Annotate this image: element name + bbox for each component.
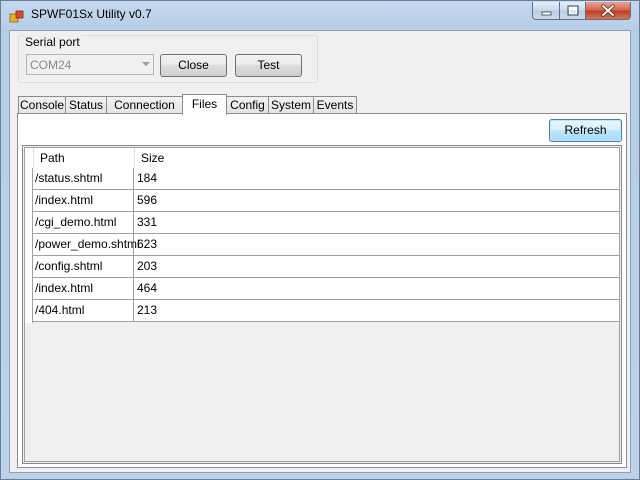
column-header-size[interactable]: Size xyxy=(135,148,235,168)
close-window-button[interactable] xyxy=(585,2,631,20)
refresh-button[interactable]: Refresh xyxy=(549,119,622,142)
size-cell: 213 xyxy=(137,303,158,317)
tab-status[interactable]: Status xyxy=(65,96,107,114)
size-cell: 203 xyxy=(137,259,158,273)
table-row[interactable]: /index.html 596 xyxy=(33,190,619,212)
table-row[interactable]: /index.html 464 xyxy=(33,278,619,300)
client-area: Serial port COM24 Close Test Console Sta… xyxy=(9,30,631,473)
path-cell: /status.shtml xyxy=(33,168,134,189)
chevron-down-icon xyxy=(142,62,150,66)
test-button[interactable]: Test xyxy=(235,54,302,77)
tab-files[interactable]: Files xyxy=(182,94,227,115)
serial-port-label: Serial port xyxy=(24,35,81,49)
tab-console[interactable]: Console xyxy=(18,96,66,114)
tab-connection[interactable]: Connection xyxy=(106,96,183,114)
tab-events[interactable]: Events xyxy=(313,96,357,114)
close-icon xyxy=(601,4,615,17)
size-cell: 464 xyxy=(137,281,158,295)
size-cell: 331 xyxy=(137,215,158,229)
size-cell: 596 xyxy=(137,193,158,207)
maximize-icon xyxy=(567,5,579,16)
path-cell: /index.html xyxy=(33,278,134,299)
table-row[interactable]: /config.shtml 203 xyxy=(33,256,619,278)
minimize-button[interactable] xyxy=(532,2,560,20)
app-window: SPWF01Sx Utility v0.7 Serial port COM24 xyxy=(0,0,640,480)
size-cell: 184 xyxy=(137,171,158,185)
tab-system[interactable]: System xyxy=(268,96,314,114)
path-cell: /index.html xyxy=(33,190,134,211)
port-value: COM24 xyxy=(30,58,72,72)
path-cell: /config.shtml xyxy=(33,256,134,277)
path-cell: /cgi_demo.html xyxy=(33,212,134,233)
title-bar[interactable]: SPWF01Sx Utility v0.7 xyxy=(1,1,639,29)
size-cell: 623 xyxy=(137,237,158,251)
table-row[interactable]: /cgi_demo.html 331 xyxy=(33,212,619,234)
table-row[interactable]: /power_demo.shtml 623 xyxy=(33,234,619,256)
files-table-body: Path Size /status.shtml 184 /index.html … xyxy=(24,147,620,462)
close-port-button[interactable]: Close xyxy=(160,54,227,77)
tab-config[interactable]: Config xyxy=(226,96,269,114)
files-table[interactable]: Path Size /status.shtml 184 /index.html … xyxy=(22,145,622,464)
minimize-icon xyxy=(541,11,552,16)
window-title: SPWF01Sx Utility v0.7 xyxy=(31,7,152,21)
path-cell: /404.html xyxy=(33,300,134,321)
table-row[interactable]: /404.html 213 xyxy=(33,300,619,322)
row-header-column xyxy=(25,168,33,323)
app-icon xyxy=(9,10,24,23)
column-header-path[interactable]: Path xyxy=(34,148,135,168)
path-cell: /power_demo.shtml xyxy=(33,234,140,255)
maximize-button[interactable] xyxy=(559,2,586,20)
table-header: Path Size xyxy=(25,148,619,169)
port-select[interactable]: COM24 xyxy=(26,54,154,75)
table-row[interactable]: /status.shtml 184 xyxy=(33,168,619,190)
